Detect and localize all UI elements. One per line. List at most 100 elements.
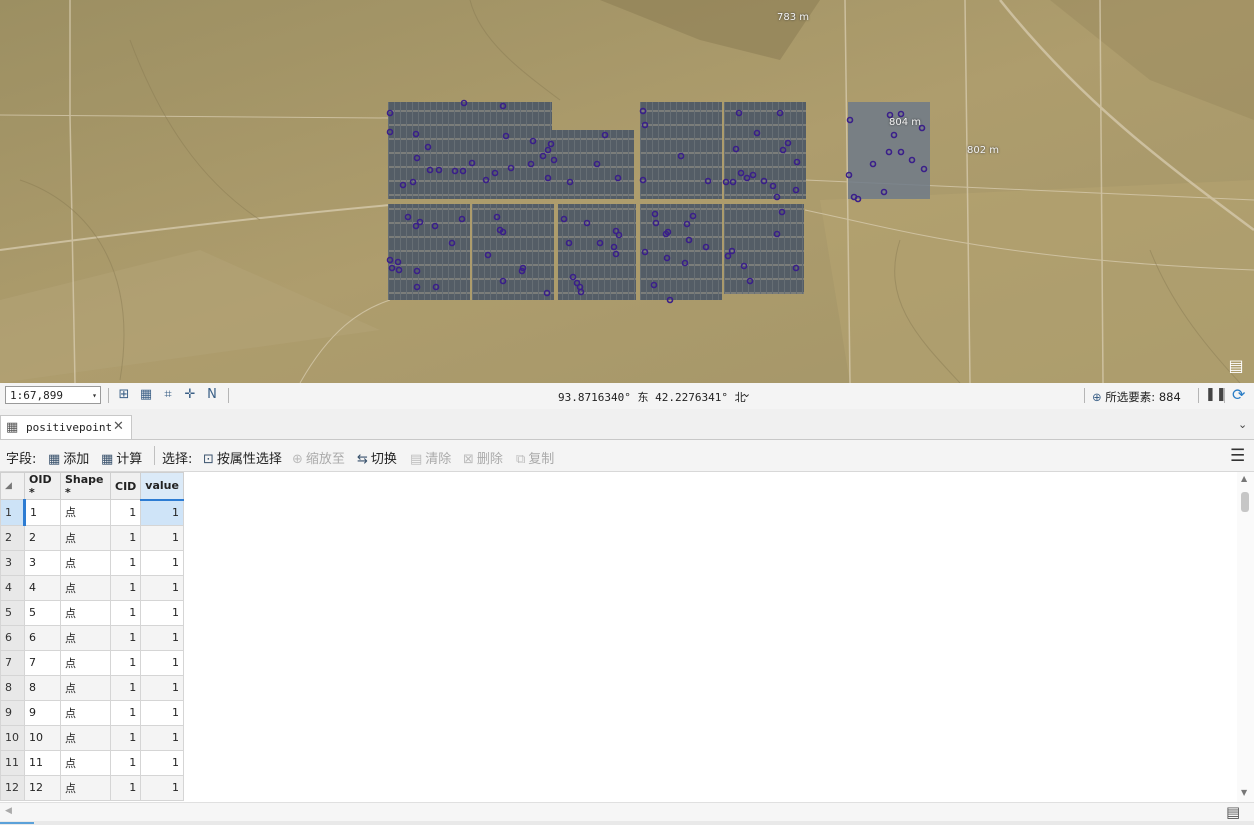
cell-shape[interactable]: 点: [60, 724, 111, 751]
cell-value[interactable]: 1: [140, 574, 184, 601]
table-row[interactable]: 12 12 点 1 1: [0, 774, 184, 801]
cell-oid[interactable]: 9: [24, 699, 61, 726]
legend-icon[interactable]: ▤: [1225, 356, 1247, 376]
row-header[interactable]: 8: [0, 674, 25, 701]
select-by-attributes-button[interactable]: ⊡ 按属性选择: [203, 448, 282, 467]
cell-shape[interactable]: 点: [60, 549, 111, 576]
cell-cid[interactable]: 1: [109, 599, 142, 626]
select-all-corner[interactable]: ◢: [0, 472, 25, 500]
table-row[interactable]: 22点11: [0, 524, 184, 551]
cell-shape[interactable]: 点: [60, 674, 111, 701]
row-header[interactable]: 3: [0, 549, 25, 576]
cell-cid[interactable]: 1: [109, 549, 142, 576]
refresh-icon[interactable]: ⟳: [1232, 385, 1245, 404]
cell-cid[interactable]: 1: [109, 524, 142, 551]
cell-value[interactable]: 1: [140, 499, 184, 526]
row-header[interactable]: 10: [0, 724, 25, 751]
column-header-oid[interactable]: OID *: [24, 472, 61, 500]
table-row[interactable]: 33点11: [0, 549, 184, 576]
chevron-down-icon[interactable]: ▼: [1241, 788, 1247, 797]
hamburger-menu-icon[interactable]: ☰: [1230, 446, 1245, 466]
row-header[interactable]: 11: [0, 749, 25, 776]
cell-value[interactable]: 1: [140, 699, 184, 726]
grid-icon[interactable]: ▦: [138, 387, 154, 403]
cell-value[interactable]: 1: [140, 624, 184, 651]
cell-cid[interactable]: 1: [109, 624, 142, 651]
cell-cid[interactable]: 1: [109, 649, 142, 676]
table-row[interactable]: 55点11: [0, 599, 184, 626]
cell-cid[interactable]: 1: [109, 724, 142, 751]
cell-oid[interactable]: 2: [24, 524, 61, 551]
cell-cid[interactable]: 1: [109, 574, 142, 601]
copy-button[interactable]: ⧉ 复制: [516, 448, 554, 467]
cell-oid[interactable]: 6: [24, 624, 61, 651]
north-arrow-icon[interactable]: N: [204, 387, 220, 403]
cell-value[interactable]: 1: [140, 674, 184, 701]
row-header[interactable]: 5: [0, 599, 25, 626]
chevron-up-icon[interactable]: ▲: [1241, 474, 1247, 483]
vertical-scrollbar[interactable]: ▲ ▼: [1237, 472, 1254, 802]
cell-cid[interactable]: 1: [109, 674, 142, 701]
cell-value[interactable]: 1: [140, 549, 184, 576]
zoom-to-button[interactable]: ⊕ 缩放至: [292, 448, 345, 467]
table-row[interactable]: 77点11: [0, 649, 184, 676]
cell-oid[interactable]: 12: [24, 774, 61, 801]
cell-oid[interactable]: 1: [24, 499, 61, 526]
table-row[interactable]: 99点11: [0, 699, 184, 726]
selected-features-count[interactable]: ⊕ 所选要素: 884: [1092, 389, 1181, 405]
table-row[interactable]: 44点11: [0, 574, 184, 601]
cell-shape[interactable]: 点: [60, 774, 111, 801]
fixed-zoom-icon[interactable]: ⊞: [116, 387, 132, 403]
horizontal-scrollbar[interactable]: ◀ ▤: [0, 802, 1254, 821]
row-header[interactable]: 12: [0, 774, 25, 801]
cell-shape[interactable]: 点: [60, 624, 111, 651]
row-header[interactable]: 7: [0, 649, 25, 676]
cell-cid[interactable]: 1: [109, 699, 142, 726]
cell-shape[interactable]: 点: [60, 649, 111, 676]
crosshair-icon[interactable]: ✛: [182, 387, 198, 403]
cell-oid[interactable]: 3: [24, 549, 61, 576]
scale-dropdown[interactable]: 1:67,899 ▾: [5, 386, 101, 404]
cell-cid[interactable]: 1: [109, 499, 142, 526]
cell-cid[interactable]: 1: [109, 749, 142, 776]
switch-selection-button[interactable]: ⇆ 切换: [357, 448, 397, 467]
cell-shape[interactable]: 点: [60, 699, 111, 726]
cell-value[interactable]: 1: [140, 749, 184, 776]
cell-shape[interactable]: 点: [60, 749, 111, 776]
cell-cid[interactable]: 1: [109, 774, 142, 801]
cell-shape[interactable]: 点: [60, 599, 111, 626]
column-header-cid[interactable]: CID: [109, 472, 142, 500]
chevron-left-icon[interactable]: ◀: [5, 806, 12, 816]
cell-oid[interactable]: 4: [24, 574, 61, 601]
chevron-down-icon[interactable]: ⌄: [1238, 418, 1247, 431]
add-field-button[interactable]: ▦ 添加: [48, 448, 89, 467]
row-header[interactable]: 6: [0, 624, 25, 651]
map-view[interactable]: 783 m 804 m 802 m ▤: [0, 0, 1254, 383]
delete-button[interactable]: ⊠ 删除: [463, 448, 503, 467]
cell-oid[interactable]: 7: [24, 649, 61, 676]
table-row[interactable]: 66点11: [0, 624, 184, 651]
tab-positivepoint[interactable]: ▦ positivepoint ✕: [0, 415, 132, 439]
row-header[interactable]: 1: [0, 499, 26, 526]
scrollbar-thumb[interactable]: [1241, 492, 1249, 512]
cell-oid[interactable]: 11: [24, 749, 61, 776]
legend-icon[interactable]: ▤: [1226, 803, 1240, 821]
cell-value[interactable]: 1: [140, 724, 184, 751]
table-row[interactable]: 11 11 点 1 1: [0, 749, 184, 776]
chevron-down-icon[interactable]: ⌄: [742, 387, 751, 400]
cell-value[interactable]: 1: [140, 774, 184, 801]
row-header[interactable]: 9: [0, 699, 25, 726]
cell-shape[interactable]: 点: [60, 499, 111, 526]
close-icon[interactable]: ✕: [113, 419, 124, 434]
table-row[interactable]: 10 10 点 1 1: [0, 724, 184, 751]
cell-oid[interactable]: 10: [24, 724, 61, 751]
table-row[interactable]: 11点11: [0, 499, 184, 526]
cell-value[interactable]: 1: [140, 599, 184, 626]
column-header-shape[interactable]: Shape *: [60, 472, 111, 500]
table-row[interactable]: 88点11: [0, 674, 184, 701]
cell-oid[interactable]: 8: [24, 674, 61, 701]
row-header[interactable]: 4: [0, 574, 25, 601]
cell-value[interactable]: 1: [140, 524, 184, 551]
column-header-value[interactable]: value: [140, 472, 184, 501]
calculate-field-button[interactable]: ▦ 计算: [101, 448, 142, 467]
